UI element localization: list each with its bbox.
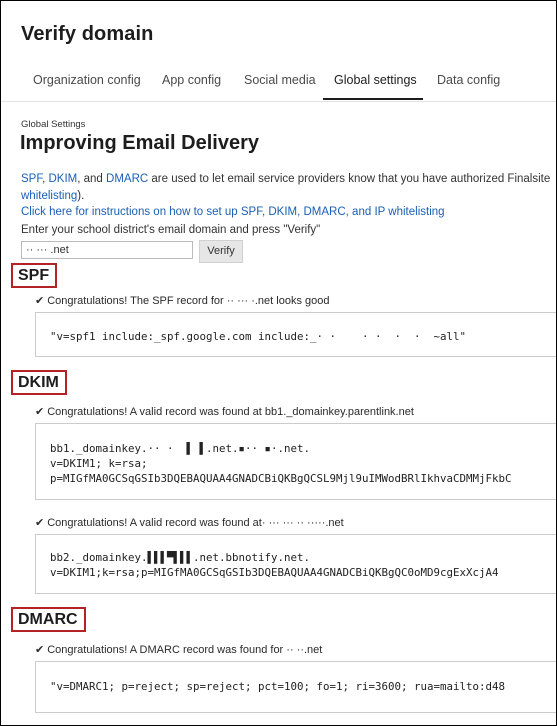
intro-text: SPF, DKIM, and DMARC are used to let ema…: [21, 171, 556, 205]
dmarc-record-box[interactable]: "v=DMARC1; p=reject; sp=reject; pct=100;…: [35, 661, 556, 713]
intro-separator: , and: [77, 173, 107, 185]
page-title: Verify domain: [21, 23, 154, 45]
domain-prompt: Enter your school district's email domai…: [21, 224, 321, 236]
instructions-link[interactable]: Click here for instructions on how to se…: [21, 206, 445, 218]
dkim-heading: DKIM: [11, 370, 67, 395]
spf-record-box[interactable]: "v=spf1 include:_spf.google.com include:…: [35, 312, 556, 357]
dkim-status-1: ✔ Congratulations! A valid record was fou…: [35, 405, 414, 418]
dkim-record-box-2[interactable]: bb2._domainkey.▌▌▌▀▌▌▌.net.bbnotify.net.…: [35, 534, 556, 594]
domain-input[interactable]: [21, 241, 193, 259]
tab-bar: Organization config App config Social me…: [1, 59, 556, 102]
intro-close: ).: [77, 190, 85, 202]
dkim-message-1: Congratulations! A valid record was foun…: [47, 406, 414, 418]
spf-link[interactable]: SPF: [21, 173, 42, 185]
dmarc-message: Congratulations! A DMARC record was foun…: [47, 644, 323, 656]
intro-body: are used to let email service providers …: [148, 173, 551, 185]
section-heading: Improving Email Delivery: [20, 132, 259, 154]
active-tab-indicator: [323, 98, 423, 100]
page-frame: Verify domain Organization config App co…: [0, 0, 557, 726]
tab-data-config[interactable]: Data config: [437, 73, 500, 87]
whitelisting-link[interactable]: whitelisting: [21, 190, 77, 202]
tab-app-config[interactable]: App config: [162, 73, 221, 87]
check-icon: ✔: [35, 517, 45, 529]
section-label: Global Settings: [21, 119, 86, 130]
dkim-status-2: ✔ Congratulations! A valid record was fou…: [35, 516, 344, 529]
dmarc-status: ✔ Congratulations! A DMARC record was fou…: [35, 643, 322, 656]
check-icon: ✔: [35, 406, 45, 418]
dkim-link[interactable]: DKIM: [48, 173, 77, 185]
dmarc-link[interactable]: DMARC: [106, 173, 148, 185]
tab-global-settings[interactable]: Global settings: [334, 73, 417, 87]
spf-status: ✔ Congratulations! The SPF record for ·· …: [35, 294, 329, 307]
spf-heading: SPF: [11, 263, 58, 288]
spf-message: Congratulations! The SPF record for ·· ·…: [47, 295, 330, 307]
dkim-record-box-1[interactable]: bb1._domainkey.·· · ▌ ▌.net.▪·· ▪·.net. …: [35, 423, 556, 500]
dkim-message-2: Congratulations! A valid record was foun…: [47, 517, 344, 529]
dmarc-heading: DMARC: [11, 607, 86, 632]
check-icon: ✔: [35, 295, 45, 307]
tab-organization-config[interactable]: Organization config: [33, 73, 141, 87]
check-icon: ✔: [35, 644, 45, 656]
tab-social-media[interactable]: Social media: [244, 73, 316, 87]
verify-button[interactable]: Verify: [199, 240, 243, 263]
